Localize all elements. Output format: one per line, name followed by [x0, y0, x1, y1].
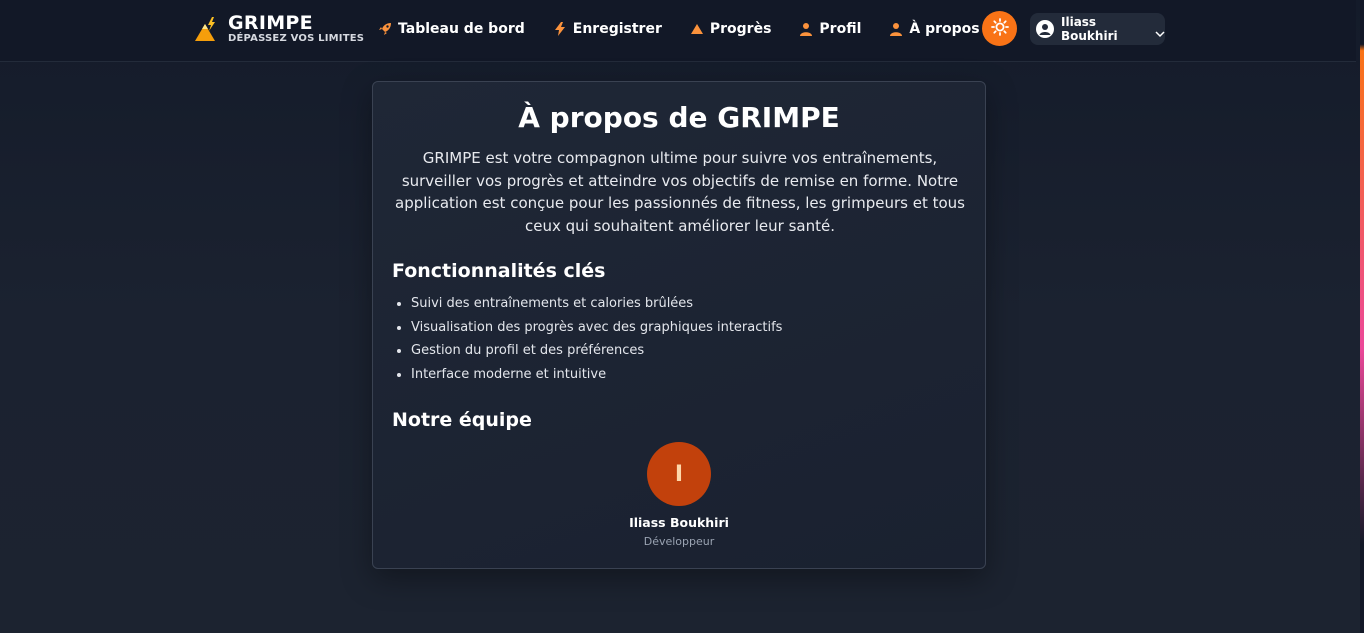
nav-item-label: Progrès — [709, 21, 772, 37]
list-item: Gestion du profil et des préférences — [397, 339, 951, 363]
nav-item-label: À propos — [909, 21, 980, 37]
brand-text: GRIMPE DÉPASSEZ VOS LIMITES — [228, 13, 364, 45]
user-name: Iliass Boukhiri — [1061, 15, 1118, 43]
nav-item-progress[interactable]: Progrès — [690, 18, 772, 40]
avatar: I — [647, 442, 711, 506]
about-card: À propos de GRIMPE GRIMPE est votre comp… — [372, 81, 986, 569]
top-navbar: GRIMPE DÉPASSEZ VOS LIMITES Tableau de b… — [0, 0, 1356, 62]
brand-tagline: DÉPASSEZ VOS LIMITES — [228, 33, 365, 44]
list-item: Visualisation des progrès avec des graph… — [397, 316, 951, 340]
main-nav: Tableau de bord Enregistrer Progrès Prof… — [378, 18, 1008, 40]
rocket-icon — [378, 22, 392, 36]
nav-item-about[interactable]: À propos — [889, 18, 980, 40]
user-circle-icon — [1036, 20, 1054, 38]
features-heading: Fonctionnalités clés — [392, 260, 606, 282]
chevron-down-icon — [1155, 24, 1165, 38]
bolt-icon — [553, 22, 567, 36]
team-heading: Notre équipe — [392, 409, 532, 431]
brand-title: GRIMPE — [228, 12, 313, 34]
team-member-name: Iliass Boukhiri — [629, 515, 729, 530]
user-menu-button[interactable]: Iliass Boukhiri — [1030, 13, 1165, 45]
team-member-role: Développeur — [643, 535, 715, 548]
user-icon — [889, 22, 903, 36]
page-scrollbar[interactable] — [1360, 0, 1364, 633]
features-list: Suivi des entraînements et calories brûl… — [397, 292, 951, 387]
mountain-bolt-icon — [193, 15, 221, 43]
mountain-icon — [690, 22, 704, 36]
nav-item-label: Tableau de bord — [398, 21, 525, 37]
page-title: À propos de GRIMPE — [518, 101, 840, 134]
list-item: Suivi des entraînements et calories brûl… — [397, 292, 951, 316]
user-icon — [799, 22, 813, 36]
list-item: Interface moderne et intuitive — [397, 363, 951, 387]
theme-toggle-button[interactable] — [982, 11, 1017, 46]
nav-item-profile[interactable]: Profil — [799, 18, 861, 40]
sun-icon — [990, 17, 1009, 40]
about-intro: GRIMPE est votre compagnon ultime pour s… — [395, 149, 965, 235]
nav-item-label: Profil — [819, 21, 862, 37]
nav-item-dashboard[interactable]: Tableau de bord — [378, 18, 525, 40]
nav-item-record[interactable]: Enregistrer — [553, 18, 662, 40]
brand[interactable]: GRIMPE DÉPASSEZ VOS LIMITES — [193, 12, 364, 46]
nav-item-label: Enregistrer — [572, 21, 662, 37]
